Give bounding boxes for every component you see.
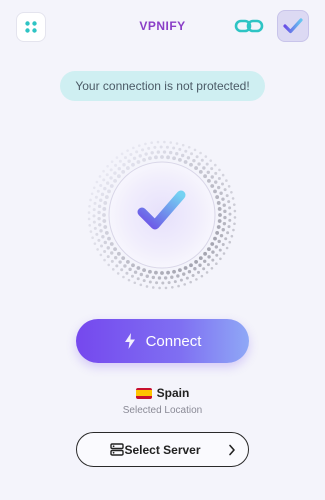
connection-indicator[interactable] [87,140,237,290]
location-caption: Selected Location [122,405,203,416]
server-icon [110,443,124,456]
connect-button[interactable]: Connect [76,319,249,363]
spain-flag-icon [135,387,152,399]
shield-check-icon [137,190,186,230]
select-server-button[interactable]: Select Server [76,432,249,467]
select-server-label: Select Server [124,442,201,457]
bolt-icon [124,333,135,349]
link-button[interactable] [233,14,265,38]
link-icon [234,19,264,33]
chevron-right-icon [229,444,235,456]
connect-label: Connect [145,332,202,350]
premium-badge-button[interactable] [277,10,309,42]
vpn-home-screen: VPNIFY Your connection is not protected! [0,0,325,500]
connection-status-text: Your connection is not protected! [75,79,250,93]
check-icon [283,18,303,34]
connection-status-banner: Your connection is not protected! [60,71,265,101]
location-country: Spain [156,386,190,400]
selected-location: Spain [0,386,325,400]
